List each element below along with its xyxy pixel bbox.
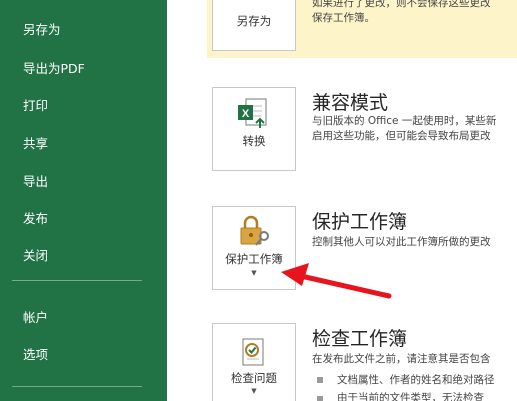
protect-workbook-tile[interactable]: 保护工作簿 ▼ [212,206,296,290]
inspect-desc: 在发布此文件之前，请注意其是否包含 [312,353,491,365]
bullet-marker [317,396,323,401]
nav-options[interactable]: 选项 [0,339,167,371]
lock-key-icon [240,215,269,246]
bullet-marker [317,377,323,383]
check-issues-tile-label: 检查问题 [231,371,277,385]
svg-text:X: X [242,108,250,120]
protect-workbook-title: 保护工作簿 [312,211,408,233]
save-as-desc-line1: 如果进行了更改，则不会保存这些更改 [312,0,491,9]
excel-convert-icon: X [238,98,267,128]
inspect-bullet-1: 文档属性、作者的姓名和绝对路径 [337,374,495,386]
nav-close[interactable]: 关闭 [0,240,167,272]
convert-tile[interactable]: X 转换 [212,87,296,171]
info-panel: 另存为 如果进行了更改，则不会保存这些更改 保存工作簿。 X 转换 兼容模式 与… [167,0,517,401]
save-as-tile-label: 另存为 [236,14,272,28]
nav-print[interactable]: 打印 [0,90,167,122]
inspect-workbook-title: 检查工作簿 [312,328,408,350]
nav-divider [12,386,142,387]
compat-desc-line2: 启用这些功能，但可能会导致布局更改 [312,130,491,142]
nav-divider [12,280,142,281]
protect-workbook-tile-label: 保护工作簿 [225,252,283,266]
protect-desc: 控制其他人可以对此工作簿所做的更改 [312,236,491,248]
compat-desc-line1: 与旧版本的 Office 一起使用时，某些新 [312,115,497,127]
nav-save-as[interactable]: 另存为 [0,14,167,46]
save-as-desc-line2: 保存工作簿。 [312,12,375,24]
dropdown-caret-icon: ▼ [251,387,257,395]
nav-export[interactable]: 导出 [0,166,167,198]
nav-share[interactable]: 共享 [0,128,167,160]
nav-publish[interactable]: 发布 [0,203,167,235]
inspect-bullet-2: 由于当前的文件类型，无法检查 [337,392,484,401]
dropdown-caret-icon: ▼ [251,269,257,277]
convert-tile-label: 转换 [242,134,266,148]
compat-mode-title: 兼容模式 [312,92,389,114]
backstage-sidebar: 另存为 导出为PDF 打印 共享 导出 发布 关闭 帐户 选项 [0,0,167,401]
check-issues-tile[interactable]: 检查问题 ▼ [212,323,296,401]
inspect-document-icon [242,338,264,366]
nav-export-pdf[interactable]: 导出为PDF [0,53,167,85]
save-as-tile[interactable]: 另存为 [212,0,296,51]
nav-account[interactable]: 帐户 [0,302,167,334]
